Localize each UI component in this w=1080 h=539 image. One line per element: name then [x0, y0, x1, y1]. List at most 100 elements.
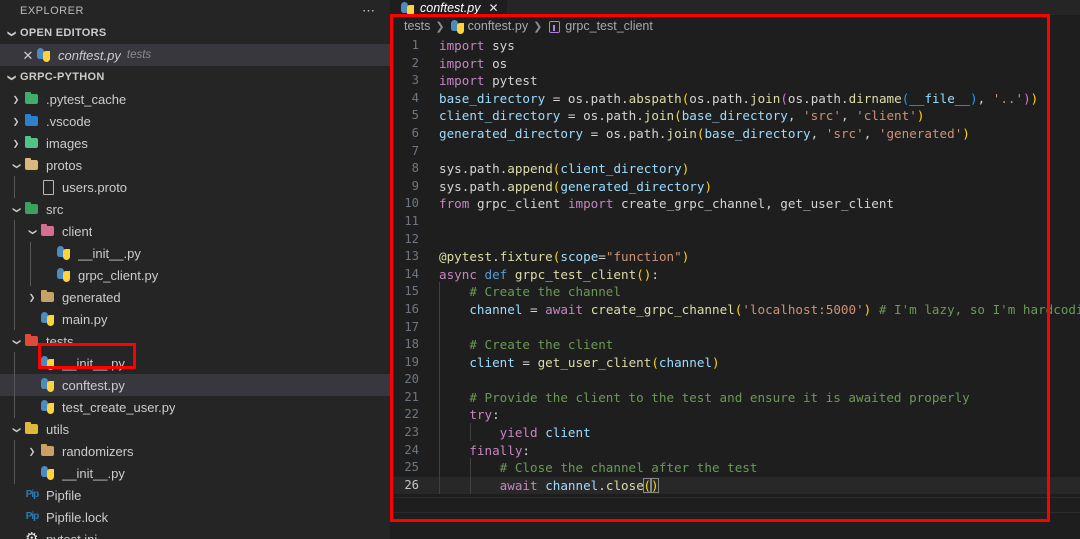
code-line[interactable]: 16 channel = await create_grpc_channel('…	[390, 299, 1080, 319]
tab-conftest-py[interactable]: conftest.py ✕	[390, 0, 507, 16]
breadcrumb-item-tests[interactable]: tests	[404, 19, 430, 33]
chevron-right-icon[interactable]	[24, 447, 40, 456]
tree-folder-protos[interactable]: protos	[0, 154, 390, 176]
chevron-right-icon[interactable]	[8, 117, 24, 126]
code-token: )	[681, 161, 690, 177]
code-line[interactable]: 26 await channel.close()	[390, 475, 1080, 495]
code-line[interactable]: 24 finally:	[390, 440, 1080, 460]
code-line-text: finally:	[436, 440, 1080, 460]
code-token: 'client'	[856, 108, 917, 124]
code-token: .	[704, 90, 713, 106]
tree-item-label: .pytest_cache	[46, 91, 127, 107]
code-line[interactable]: 9 sys.path.append(generated_directory)	[390, 178, 1080, 196]
code-line[interactable]: 22 try:	[390, 405, 1080, 424]
code-token: path	[628, 125, 659, 141]
code-line[interactable]: 1 import sys	[390, 37, 1080, 55]
chevron-down-icon[interactable]	[8, 337, 24, 346]
code-line[interactable]: 10 from grpc_client import create_grpc_ch…	[390, 195, 1080, 213]
breadcrumb-item-symbol[interactable]: grpc_test_client	[565, 19, 653, 33]
code-line[interactable]: 2 import os	[390, 55, 1080, 73]
pipfile-icon: Pip	[25, 511, 40, 522]
tree-folder-.vscode[interactable]: .vscode	[0, 110, 390, 132]
tree-folder-images[interactable]: images	[0, 132, 390, 154]
indent-guide	[14, 242, 15, 264]
code-line[interactable]: 5 client_directory = os.path.join(base_di…	[390, 107, 1080, 125]
ellipsis-icon[interactable]: ⋯	[362, 4, 376, 17]
chevron-down-icon[interactable]	[8, 205, 24, 214]
code-line-text: channel = await create_grpc_channel('loc…	[436, 299, 1080, 319]
code-token: # Create the client	[439, 337, 614, 353]
tree-folder-.pytest_cache[interactable]: .pytest_cache	[0, 88, 390, 110]
code-line[interactable]: 25 # Close the channel after the test	[390, 458, 1080, 477]
code-line[interactable]: 4 base_directory = os.path.abspath(os.pat…	[390, 90, 1080, 108]
code-token: path	[469, 178, 500, 194]
code-token: await	[499, 477, 538, 493]
code-token: (	[643, 477, 651, 493]
code-line-text: client_directory = os.path.join(base_dir…	[436, 107, 1080, 125]
tree-folder-client[interactable]: client	[0, 220, 390, 242]
chevron-down-icon[interactable]	[8, 425, 24, 434]
tree-folder-utils[interactable]: utils	[0, 418, 390, 440]
tree-file-grpc_client.py[interactable]: grpc_client.py	[0, 264, 390, 286]
tree-file-users.proto[interactable]: users.proto	[0, 176, 390, 198]
tree-folder-tests[interactable]: tests	[0, 330, 390, 352]
line-number: 2	[411, 55, 419, 70]
section-workspace[interactable]: GRPC-PYTHON	[0, 66, 390, 88]
section-open-editors[interactable]: OPEN EDITORS	[0, 22, 390, 44]
code-editor[interactable]: 1 import sys 2 import os 3 import pytest 4 base…	[390, 37, 1080, 507]
tree-file-__init__.py[interactable]: __init__.py	[0, 242, 390, 264]
code-line[interactable]: 20	[390, 370, 1080, 389]
tree-folder-src[interactable]: src	[0, 198, 390, 220]
code-token: base_directory	[439, 90, 546, 106]
line-number: 15	[404, 284, 419, 299]
code-line[interactable]: 13 @pytest.fixture(scope="function")	[390, 248, 1080, 266]
code-token: channel	[545, 477, 599, 493]
tree-folder-randomizers[interactable]: randomizers	[0, 440, 390, 462]
folder-generated-icon	[40, 289, 56, 305]
chevron-right-icon[interactable]	[24, 293, 40, 302]
code-line[interactable]: 11	[390, 213, 1080, 231]
code-line[interactable]: 15 # Create the channel	[390, 282, 1080, 301]
tree-file-__init__.py[interactable]: __init__.py	[0, 462, 390, 484]
workspace-label: GRPC-PYTHON	[20, 71, 105, 83]
chevron-down-icon[interactable]	[24, 227, 40, 236]
chevron-down-icon[interactable]	[8, 161, 24, 170]
code-line[interactable]: 3 import pytest	[390, 72, 1080, 90]
breadcrumb-item-file[interactable]: conftest.py	[468, 19, 528, 33]
code-line[interactable]: 14 async def grpc_test_client():	[390, 266, 1080, 284]
tree-file-main.py[interactable]: main.py	[0, 308, 390, 330]
code-line[interactable]: 23 yield client	[390, 423, 1080, 442]
code-line[interactable]: 17	[390, 317, 1080, 337]
code-token: append	[507, 161, 553, 177]
line-number: 17	[404, 319, 419, 334]
tree-file-pytest.ini[interactable]: pytest.ini	[0, 528, 390, 539]
code-line[interactable]: 6 generated_directory = os.path.join(base…	[390, 125, 1080, 143]
tree-file-conftest.py[interactable]: conftest.py	[0, 374, 390, 396]
code-token: '..'	[992, 90, 1024, 106]
tree-file-test_create_user.py[interactable]: test_create_user.py	[0, 396, 390, 418]
tree-file-pipfile.lock[interactable]: Pip Pipfile.lock	[0, 506, 390, 528]
code-token: @	[439, 249, 447, 265]
tree-file-pipfile[interactable]: Pip Pipfile	[0, 484, 390, 506]
folder-client-icon	[40, 223, 56, 239]
line-number: 19	[404, 354, 419, 369]
chevron-right-icon[interactable]	[8, 95, 24, 104]
indent-guide	[14, 264, 15, 286]
open-editor-item-conftest[interactable]: ✕ conftest.py tests	[0, 44, 390, 66]
code-line[interactable]: 7	[390, 143, 1080, 161]
code-token: .	[658, 125, 667, 141]
code-line-text: # Close the channel after the test	[436, 458, 1080, 477]
close-icon[interactable]: ✕	[488, 1, 498, 15]
code-line[interactable]: 18 # Create the client	[390, 335, 1080, 354]
code-line[interactable]: 19 client = get_user_client(channel)	[390, 352, 1080, 372]
tree-folder-generated[interactable]: generated	[0, 286, 390, 308]
chevron-right-icon[interactable]	[8, 139, 24, 148]
close-icon[interactable]: ✕	[20, 49, 36, 62]
code-token: path	[605, 108, 637, 124]
code-line[interactable]: 21 # Provide the client to the test and …	[390, 387, 1080, 407]
tree-file-__init__.py[interactable]: __init__.py	[0, 352, 390, 374]
code-line[interactable]: 12	[390, 231, 1080, 249]
code-line[interactable]: 8 sys.path.append(client_directory)	[390, 160, 1080, 178]
code-token: :	[492, 407, 500, 423]
